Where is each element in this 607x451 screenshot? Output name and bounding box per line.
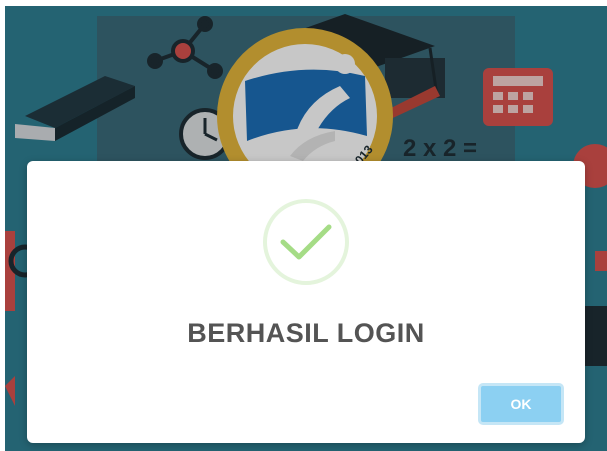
dialog-title: BERHASIL LOGIN xyxy=(187,318,425,348)
ok-button[interactable]: OK xyxy=(478,383,564,425)
success-checkmark-icon xyxy=(256,197,356,287)
success-dialog: BERHASIL LOGIN OK xyxy=(27,161,585,443)
ok-button-label: OK xyxy=(510,396,532,412)
